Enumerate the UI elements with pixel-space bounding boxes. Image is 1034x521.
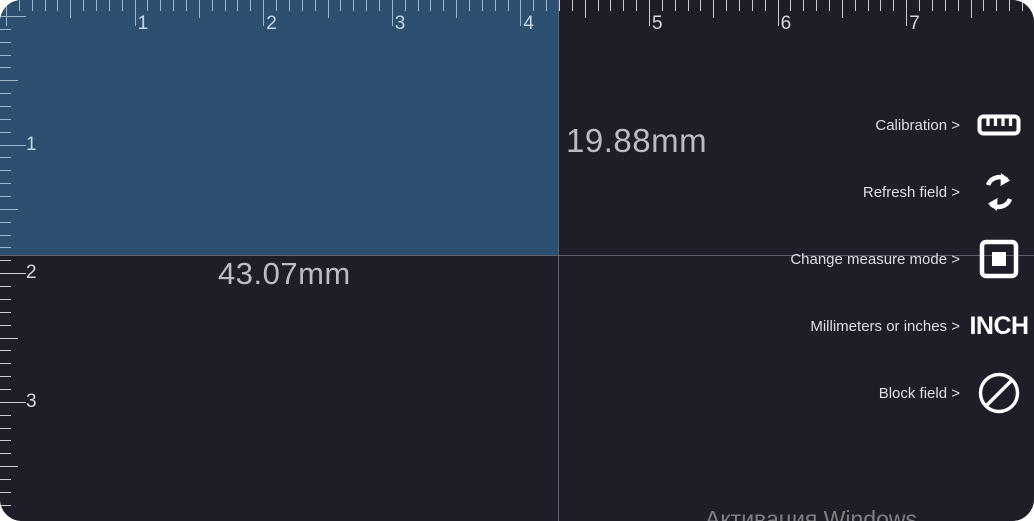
ruler-left-tick [0, 337, 18, 339]
ruler-left-tick [0, 324, 11, 326]
ruler-left-tick [0, 273, 26, 275]
ruler-top-tick [610, 0, 612, 11]
horizontal-measurement-readout: 43.07mm [218, 256, 351, 291]
unit-value: INCH [969, 311, 1029, 340]
ruler-top-tick [584, 0, 586, 18]
ruler-left-tick [0, 504, 11, 506]
ruler-top-tick [713, 0, 715, 18]
vertical-measurement-readout: 19.88mm [566, 122, 708, 159]
menu-item-refresh-field[interactable]: Refresh field > [863, 169, 1022, 215]
ruler-left-label: 2 [26, 262, 37, 284]
ruler-top-tick [649, 0, 650, 26]
ruler-icon[interactable] [976, 102, 1022, 148]
ruler-left-tick [0, 286, 11, 288]
ruler-top-tick [558, 0, 560, 11]
selection-region[interactable] [0, 0, 558, 255]
menu-item-change-measure-mode[interactable]: Change measure mode > [790, 236, 1022, 282]
ruler-top-tick [674, 0, 676, 11]
measure-mode-icon[interactable] [976, 236, 1022, 282]
ruler-top-tick [597, 0, 599, 11]
menu-item-calibration[interactable]: Calibration > [875, 102, 1022, 148]
ruler-left-tick [0, 517, 11, 519]
refresh-icon[interactable] [976, 169, 1022, 215]
vertical-guide-line[interactable] [558, 0, 559, 521]
ruler-left-tick [0, 350, 11, 352]
ruler-left-tick [0, 478, 11, 480]
menu-item-block-field-label: Block field > [878, 384, 960, 402]
menu-item-refresh-field-label: Refresh field > [862, 183, 960, 201]
screen-ruler-app: 1234567 123 19.88mm 43.07mm Calibration … [0, 0, 1034, 521]
ruler-top-tick [726, 0, 728, 11]
unit-text-icon[interactable]: INCH [969, 303, 1029, 349]
ruler-left-tick [0, 453, 11, 455]
ruler-left-tick [0, 440, 11, 442]
menu-item-units[interactable]: Millimeters or inches > INCH [810, 303, 1029, 349]
ruler-left-tick [0, 376, 11, 378]
ruler-top-tick [571, 0, 573, 11]
ruler-left-tick [0, 401, 26, 403]
ruler-left-tick [0, 260, 11, 262]
ruler-left-tick [0, 427, 11, 429]
ruler-top-tick [661, 0, 663, 11]
menu-item-calibration-label: Calibration > [875, 116, 960, 134]
ruler-top-tick [700, 0, 702, 11]
ruler-top-tick [636, 0, 638, 11]
ruler-top-tick [687, 0, 689, 11]
menu-item-units-label: Millimeters or inches > [810, 317, 960, 335]
ruler-left-tick [0, 466, 18, 468]
block-icon[interactable] [976, 370, 1022, 416]
ruler-left-label: 3 [26, 390, 37, 412]
settings-menu: Calibration > Refresh field > Change mea… [734, 0, 1034, 521]
menu-item-change-measure-mode-label: Change measure mode > [790, 250, 960, 268]
ruler-top-tick [623, 0, 625, 11]
ruler-top-label: 5 [652, 13, 663, 34]
menu-item-block-field[interactable]: Block field > [879, 370, 1022, 416]
ruler-left-tick [0, 311, 11, 313]
ruler-left-tick [0, 388, 11, 390]
ruler-left-tick [0, 363, 11, 365]
ruler-left-tick [0, 414, 11, 416]
ruler-left-tick [0, 491, 11, 493]
windows-activation-watermark-title: Активация Windows [705, 506, 917, 521]
ruler-left-tick [0, 298, 11, 300]
